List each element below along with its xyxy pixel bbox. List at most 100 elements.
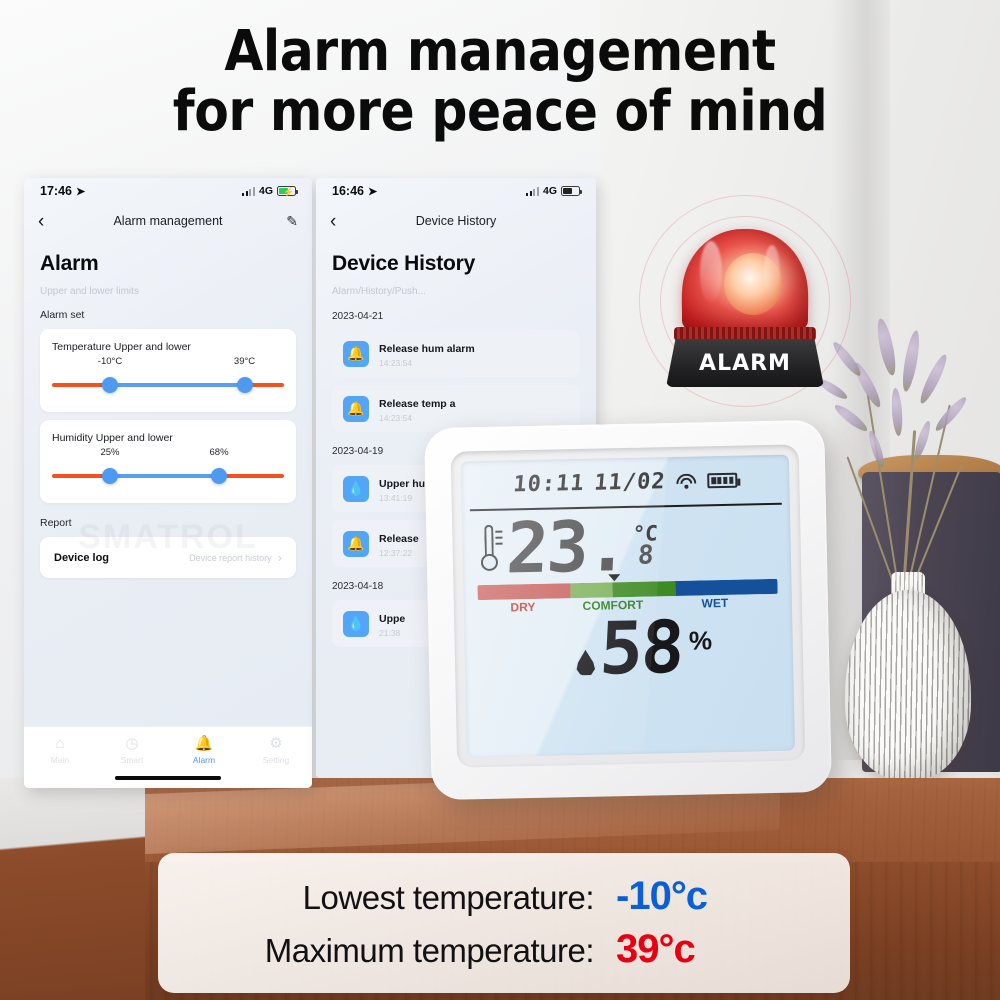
temperature-lower-value: -10°C bbox=[97, 356, 123, 367]
droplet-icon: 💧 bbox=[343, 475, 369, 502]
signal-bars-icon bbox=[242, 186, 255, 196]
list-item[interactable]: 🔔 Release hum alarm 14:23:54 bbox=[332, 330, 580, 377]
network-label: 4G bbox=[542, 185, 557, 197]
bell-icon: 🔔 bbox=[343, 340, 369, 367]
banner-row-maximum: Maximum temperature: 39°c bbox=[204, 927, 804, 972]
list-item-time: 12:37:22 bbox=[379, 548, 413, 558]
pencil-icon[interactable]: ✎ bbox=[286, 213, 298, 230]
humidity-lower-value: 25% bbox=[100, 447, 120, 458]
signal-bars-icon bbox=[526, 186, 539, 196]
slider-track-in-range bbox=[110, 474, 220, 478]
lowest-temperature-label: Lowest temperature: bbox=[302, 879, 595, 916]
beacon-grill bbox=[674, 327, 816, 341]
nav-title: Device History bbox=[415, 214, 497, 228]
lcd-temperature-value: 23. bbox=[504, 504, 630, 590]
table-left-edge bbox=[0, 778, 145, 1000]
humidity-upper-handle[interactable] bbox=[211, 468, 228, 484]
page-subtitle: Upper and lower limits bbox=[40, 286, 139, 297]
humidity-card-title: Humidity Upper and lower bbox=[52, 432, 173, 444]
clock-icon: ◷ bbox=[125, 735, 139, 752]
tab-smart[interactable]: ◷ Smart bbox=[96, 735, 168, 765]
tab-smart-label: Smart bbox=[120, 755, 144, 765]
tab-main-label: Main bbox=[50, 755, 70, 765]
thermometer-icon bbox=[476, 523, 503, 576]
lcd-humidity-value: 58 bbox=[597, 604, 685, 691]
humidity-lower-handle[interactable] bbox=[102, 468, 118, 484]
chevron-right-icon: › bbox=[277, 550, 282, 565]
headline-line-2: for more peace of mind bbox=[172, 78, 828, 144]
status-bar: 16:46 ➤ 4G bbox=[316, 178, 596, 204]
home-icon: ⌂ bbox=[55, 735, 65, 752]
lcd-temperature-row: 23. °C 8 bbox=[462, 504, 791, 590]
device-log-value-group: Device report history › bbox=[189, 550, 282, 565]
comfort-marker-icon bbox=[608, 574, 621, 582]
temperature-range-values: -10°C 39°C bbox=[52, 356, 284, 368]
alarm-set-label: Alarm set bbox=[40, 309, 85, 321]
dome-highlight-right bbox=[764, 245, 780, 299]
device-log-value: Device report history bbox=[189, 552, 272, 563]
lowest-temperature-value-wrap: -10°c bbox=[616, 874, 786, 919]
tab-setting[interactable]: ⚙ Setting bbox=[240, 735, 312, 765]
maximum-temperature-value: 39°c bbox=[616, 927, 696, 971]
status-time-group: 16:46 ➤ bbox=[332, 184, 377, 198]
status-bar: 17:46 ➤ 4G ⚡ bbox=[24, 178, 312, 204]
list-item-time: 14:23:54 bbox=[379, 358, 413, 368]
lcd-clock: 10:11 bbox=[512, 470, 586, 497]
page-headline: Alarm management for more peace of mind bbox=[50, 22, 950, 142]
status-time: 16:46 bbox=[332, 184, 364, 198]
droplet-icon bbox=[575, 650, 596, 676]
list-item-time: 21:38 bbox=[379, 628, 401, 638]
list-item-title: Release hum alarm bbox=[379, 343, 475, 355]
list-item-text: Release 12:37:22 bbox=[379, 529, 419, 558]
list-item-text: Uppe 21:38 bbox=[379, 609, 405, 638]
droplet-icon: 💧 bbox=[343, 610, 369, 637]
temperature-upper-value: 39°C bbox=[233, 356, 256, 367]
temperature-range-banner: Lowest temperature: -10°c Maximum temper… bbox=[158, 853, 850, 993]
lcd-date: 11/02 bbox=[593, 468, 667, 496]
dome-highlight-left bbox=[700, 241, 722, 303]
history-group: 2023-04-21 🔔 Release hum alarm 14:23:54 … bbox=[332, 311, 580, 432]
bell-icon: 🔔 bbox=[343, 395, 369, 422]
navigation-bar: ‹ Device History bbox=[316, 204, 596, 238]
slider-track-in-range bbox=[110, 383, 245, 387]
lcd-status-row: 10:11 11/02 bbox=[461, 455, 790, 510]
nav-title: Alarm management bbox=[113, 214, 223, 228]
banner-row-lowest: Lowest temperature: -10°c bbox=[204, 874, 804, 919]
phone-alarm-management: 17:46 ➤ 4G ⚡ ‹ Alarm management ✎ Alarm … bbox=[24, 178, 312, 788]
device-bezel: 10:11 11/02 23. °C 8 DRY COMFORT WET 58 … bbox=[450, 444, 806, 768]
temperature-upper-handle[interactable] bbox=[236, 377, 253, 393]
temperature-lower-handle[interactable] bbox=[102, 377, 118, 393]
status-time-group: 17:46 ➤ bbox=[40, 184, 85, 198]
report-label: Report bbox=[40, 517, 72, 529]
list-item-text: Release hum alarm 14:23:54 bbox=[379, 339, 475, 368]
list-item-time: 14:23:54 bbox=[379, 413, 413, 423]
device-log-row[interactable]: Device log Device report history › bbox=[40, 537, 296, 578]
list-item-title: Release temp a bbox=[379, 398, 456, 410]
network-label: 4G bbox=[258, 185, 273, 197]
tab-main[interactable]: ⌂ Main bbox=[24, 735, 96, 765]
battery-icon bbox=[561, 186, 582, 196]
lowest-temperature-value: -10°c bbox=[616, 874, 708, 918]
comfort-label-dry: DRY bbox=[510, 599, 536, 615]
history-date-label: 2023-04-21 bbox=[332, 311, 384, 322]
bottom-tab-bar: ⌂ Main ◷ Smart 🔔 Alarm ⚙ Setting bbox=[24, 726, 312, 788]
headline-line-1: Alarm management bbox=[224, 19, 776, 84]
lcd-screen: 10:11 11/02 23. °C 8 DRY COMFORT WET 58 … bbox=[460, 454, 795, 758]
battery-full-icon bbox=[707, 472, 738, 488]
humidity-range-slider[interactable] bbox=[52, 465, 284, 487]
temperature-range-card: Temperature Upper and lower -10°C 39°C bbox=[40, 329, 296, 412]
page-title: Alarm bbox=[40, 252, 99, 275]
wifi-icon bbox=[675, 473, 697, 489]
list-item-title: Uppe bbox=[379, 613, 406, 625]
maximum-temperature-value-wrap: 39°c bbox=[616, 927, 786, 972]
location-arrow-icon: ➤ bbox=[75, 185, 86, 198]
lcd-humidity-row: 58 % bbox=[464, 604, 793, 691]
temperature-card-title: Temperature Upper and lower bbox=[52, 341, 191, 353]
page-subtitle: Alarm/History/Push... bbox=[332, 286, 426, 297]
tab-alarm[interactable]: 🔔 Alarm bbox=[168, 735, 240, 765]
navigation-bar: ‹ Alarm management ✎ bbox=[24, 204, 312, 238]
comfort-segment-dry bbox=[477, 583, 571, 601]
list-item-text: Release temp a 14:23:54 bbox=[379, 394, 455, 423]
lcd-humidity-unit: % bbox=[688, 625, 713, 656]
temperature-range-slider[interactable] bbox=[52, 374, 284, 396]
